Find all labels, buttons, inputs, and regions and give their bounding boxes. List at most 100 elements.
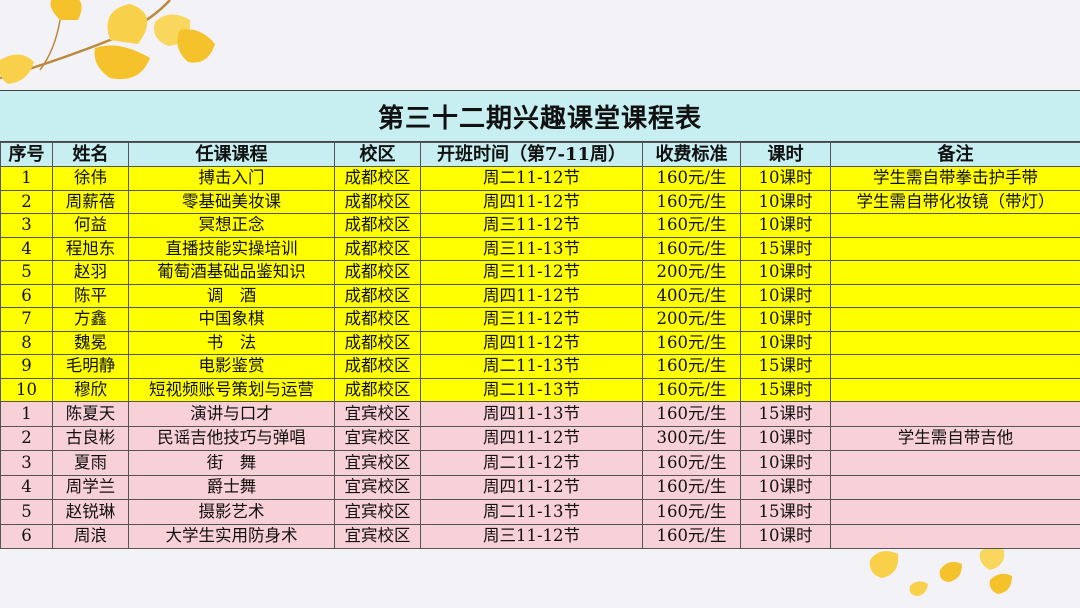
table-row: 3 何益 冥想正念 成都校区 周三11-12节 160元/生 10课时 xyxy=(0,213,1080,238)
cell-teacher: 方鑫 xyxy=(52,307,129,332)
table-row: 4 周学兰 爵士舞 宜宾校区 周四11-12节 160元/生 10课时 xyxy=(0,474,1080,500)
cell-hours: 15课时 xyxy=(740,236,831,261)
cell-teacher: 何益 xyxy=(52,213,129,238)
cell-time: 周二11-12节 xyxy=(420,450,643,476)
cell-course: 零基础美妆课 xyxy=(128,189,335,214)
table-row: 5 赵羽 葡萄酒基础品鉴知识 成都校区 周三11-12节 200元/生 10课时 xyxy=(0,260,1080,285)
cell-campus: 成都校区 xyxy=(334,354,421,379)
cell-no: 4 xyxy=(0,236,53,261)
cell-teacher: 周薪蓓 xyxy=(52,189,129,214)
cell-campus: 成都校区 xyxy=(334,236,421,261)
cell-fee: 160元/生 xyxy=(642,330,741,355)
cell-fee: 160元/生 xyxy=(642,189,741,214)
cell-hours: 10课时 xyxy=(740,283,831,308)
table-row: 9 毛明静 电影鉴赏 成都校区 周二11-13节 160元/生 15课时 xyxy=(0,354,1080,379)
cell-course: 调 酒 xyxy=(128,283,335,308)
cell-no: 1 xyxy=(0,401,53,427)
cell-note xyxy=(830,377,1080,402)
cell-note xyxy=(830,474,1080,500)
cell-campus: 宜宾校区 xyxy=(334,425,421,451)
cell-campus: 成都校区 xyxy=(334,307,421,332)
cell-no: 1 xyxy=(0,166,53,191)
cell-time: 周二11-13节 xyxy=(420,499,643,525)
cell-note xyxy=(830,260,1080,285)
cell-note xyxy=(830,450,1080,476)
cell-course: 葡萄酒基础品鉴知识 xyxy=(128,260,335,285)
column-header-fee: 收费标准 xyxy=(642,142,741,167)
cell-fee: 160元/生 xyxy=(642,523,741,549)
cell-course: 爵士舞 xyxy=(128,474,335,500)
cell-fee: 160元/生 xyxy=(642,166,741,191)
cell-campus: 宜宾校区 xyxy=(334,474,421,500)
cell-hours: 15课时 xyxy=(740,401,831,427)
cell-time: 周三11-12节 xyxy=(420,307,643,332)
table-row: 6 陈平调 酒成都校区 周四11-12节 400元/生 10课时 xyxy=(0,283,1080,308)
cell-note: 学生需自带拳击护手带 xyxy=(830,166,1080,191)
schedule-table-container: 第三十二期兴趣课堂课程表 序号 姓名 任课课程 校区 开班时间（第7-11周） … xyxy=(0,90,1080,549)
column-header-time: 开班时间（第7-11周） xyxy=(420,142,643,167)
cell-hours: 10课时 xyxy=(740,474,831,500)
cell-time: 周三11-13节 xyxy=(420,236,643,261)
cell-note xyxy=(830,401,1080,427)
column-header-campus: 校区 xyxy=(334,142,421,167)
cell-teacher: 赵锐琳 xyxy=(52,499,129,525)
ginkgo-leaves-icon xyxy=(869,546,1012,596)
cell-teacher: 周学兰 xyxy=(52,474,129,500)
cell-campus: 成都校区 xyxy=(334,166,421,191)
cell-note xyxy=(830,236,1080,261)
cell-campus: 成都校区 xyxy=(334,213,421,238)
cell-note: 学生需自带吉他 xyxy=(830,425,1080,451)
table-row: 7 方鑫 中国象棋 成都校区 周三11-12节 200元/生 10课时 xyxy=(0,307,1080,332)
cell-time: 周三11-12节 xyxy=(420,260,643,285)
ginkgo-leaf-branch-icon xyxy=(0,0,215,84)
cell-time: 周四11-13节 xyxy=(420,401,643,427)
cell-no: 8 xyxy=(0,330,53,355)
cell-course: 民谣吉他技巧与弹唱 xyxy=(128,425,335,451)
table-row: 1 徐伟 搏击入门 成都校区 周二11-12节 160元/生 10课时 学生需自带拳击护手带 xyxy=(0,166,1080,191)
cell-time: 周三11-12节 xyxy=(420,523,643,549)
cell-no: 6 xyxy=(0,283,53,308)
cell-fee: 160元/生 xyxy=(642,213,741,238)
cell-campus: 宜宾校区 xyxy=(334,523,421,549)
cell-campus: 成都校区 xyxy=(334,377,421,402)
cell-fee: 160元/生 xyxy=(642,499,741,525)
table-row: 6 周浪 大学生实用防身术 宜宾校区 周三11-12节 160元/生 10课时 xyxy=(0,523,1080,549)
column-header-note: 备注 xyxy=(830,142,1080,167)
cell-course: 大学生实用防身术 xyxy=(128,523,335,549)
cell-hours: 10课时 xyxy=(740,450,831,476)
cell-teacher: 夏雨 xyxy=(52,450,129,476)
cell-fee: 160元/生 xyxy=(642,236,741,261)
cell-hours: 10课时 xyxy=(740,260,831,285)
cell-fee: 300元/生 xyxy=(642,425,741,451)
cell-teacher: 赵羽 xyxy=(52,260,129,285)
cell-teacher: 陈夏天 xyxy=(52,401,129,427)
cell-campus: 宜宾校区 xyxy=(334,450,421,476)
cell-no: 4 xyxy=(0,474,53,500)
column-header-course: 任课课程 xyxy=(128,142,335,167)
cell-note xyxy=(830,213,1080,238)
cell-note xyxy=(830,330,1080,355)
cell-course: 书 法 xyxy=(128,330,335,355)
cell-hours: 15课时 xyxy=(740,499,831,525)
cell-teacher: 古良彬 xyxy=(52,425,129,451)
cell-no: 6 xyxy=(0,523,53,549)
header-row: 序号 姓名 任课课程 校区 开班时间（第7-11周） 收费标准 课时 备注 xyxy=(0,142,1080,167)
table-row: 2 周薪蓓 零基础美妆课 成都校区 周四11-12节 160元/生 10课时 学生需自带化妆镜… xyxy=(0,189,1080,214)
cell-no: 5 xyxy=(0,260,53,285)
cell-teacher: 毛明静 xyxy=(52,354,129,379)
cell-course: 电影鉴赏 xyxy=(128,354,335,379)
cell-note xyxy=(830,307,1080,332)
cell-time: 周四11-12节 xyxy=(420,474,643,500)
table-row: 3 夏雨街 舞宜宾校区 周二11-12节 160元/生 10课时 xyxy=(0,450,1080,476)
cell-fee: 200元/生 xyxy=(642,260,741,285)
table-row: 1 陈夏天 演讲与口才 宜宾校区 周四11-13节 160元/生 15课时 xyxy=(0,401,1080,427)
cell-time: 周四11-12节 xyxy=(420,425,643,451)
cell-time: 周三11-12节 xyxy=(420,213,643,238)
cell-campus: 成都校区 xyxy=(334,330,421,355)
table-row: 5 赵锐琳 摄影艺术 宜宾校区 周二11-13节 160元/生 15课时 xyxy=(0,499,1080,525)
cell-no: 5 xyxy=(0,499,53,525)
cell-teacher: 程旭东 xyxy=(52,236,129,261)
cell-no: 2 xyxy=(0,425,53,451)
cell-no: 10 xyxy=(0,377,53,402)
cell-time: 周四11-12节 xyxy=(420,189,643,214)
